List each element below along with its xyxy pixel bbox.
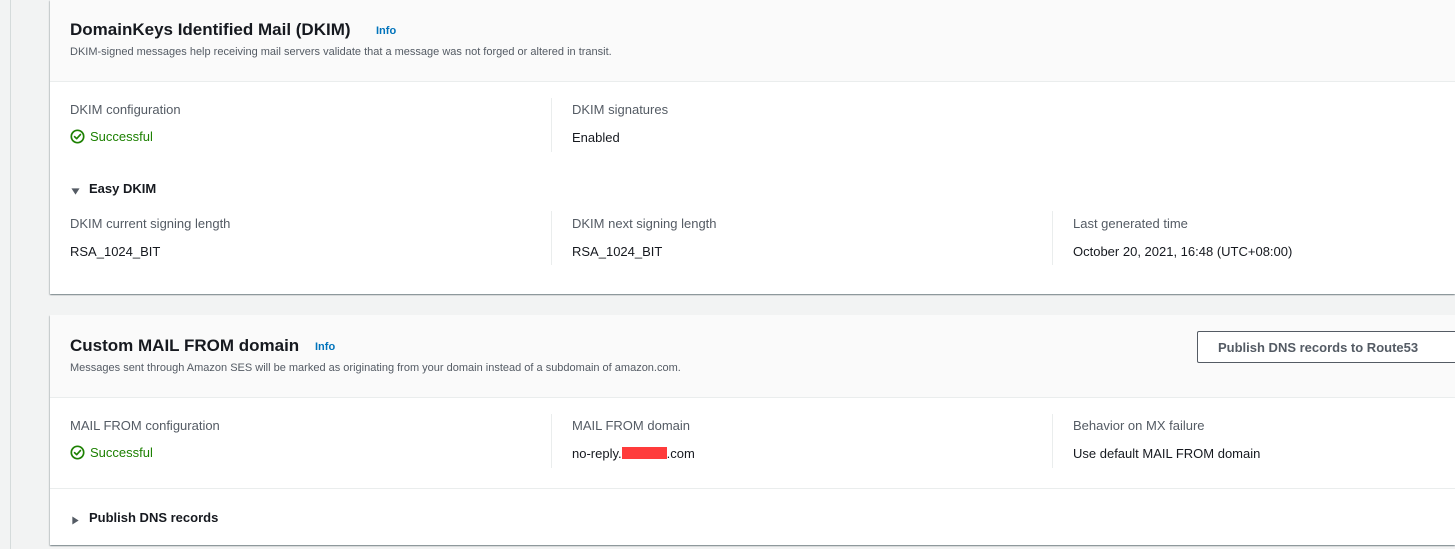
check-circle-icon [70, 445, 85, 460]
mail-from-description: Messages sent through Amazon SES will be… [70, 362, 681, 374]
redacted-domain-block [621, 447, 667, 459]
column-divider [551, 414, 552, 468]
last-generated-value: October 20, 2021, 16:48 (UTC+08:00) [1073, 244, 1293, 259]
column-divider [1052, 211, 1053, 265]
dkim-next-length-label: DKIM next signing length [572, 216, 717, 231]
column-divider [551, 98, 552, 152]
mail-from-configuration-value: Successful [90, 445, 153, 460]
publish-route53-button[interactable]: Publish DNS records to Route53 [1197, 331, 1455, 363]
section-divider [50, 488, 1455, 489]
dkim-configuration-value: Successful [90, 129, 153, 144]
column-divider [551, 211, 552, 265]
column-divider [1052, 414, 1053, 468]
caret-down-icon [71, 184, 80, 195]
dkim-description: DKIM-signed messages help receiving mail… [70, 46, 612, 58]
dkim-header: DomainKeys Identified Mail (DKIM) Info D… [50, 0, 1455, 82]
mx-failure-value: Use default MAIL FROM domain [1073, 446, 1261, 461]
mail-from-domain-label: MAIL FROM domain [572, 418, 690, 433]
mx-failure-label: Behavior on MX failure [1073, 418, 1205, 433]
left-navigation-rail [0, 0, 11, 549]
publish-dns-records-expander[interactable]: Publish DNS records [71, 510, 218, 525]
dkim-signatures-value: Enabled [572, 130, 620, 145]
dkim-configuration-label: DKIM configuration [70, 102, 181, 117]
easy-dkim-label: Easy DKIM [89, 181, 157, 196]
mail-from-title: Custom MAIL FROM domain [70, 336, 300, 355]
dkim-title: DomainKeys Identified Mail (DKIM) [70, 20, 351, 39]
mail-from-domain-value: no-reply. .com [572, 446, 695, 461]
domain-prefix: no-reply. [572, 446, 622, 461]
caret-right-icon [71, 513, 80, 525]
mail-from-configuration-label: MAIL FROM configuration [70, 418, 220, 433]
dkim-info-link[interactable]: Info [376, 25, 396, 37]
dkim-next-length-value: RSA_1024_BIT [572, 244, 663, 259]
dkim-current-length-label: DKIM current signing length [70, 216, 231, 231]
mail-from-header: Custom MAIL FROM domain Info Messages se… [50, 315, 1455, 398]
last-generated-label: Last generated time [1073, 216, 1188, 231]
publish-dns-records-label: Publish DNS records [89, 510, 219, 525]
domain-suffix: .com [666, 446, 695, 461]
dkim-current-length-value: RSA_1024_BIT [70, 244, 161, 259]
mail-from-container: Custom MAIL FROM domain Info Messages se… [50, 315, 1455, 545]
dkim-configuration-status: Successful [70, 129, 153, 144]
easy-dkim-expander[interactable]: Easy DKIM [71, 181, 156, 196]
mail-from-configuration-status: Successful [70, 445, 153, 460]
dkim-container: DomainKeys Identified Mail (DKIM) Info D… [50, 0, 1455, 294]
dkim-signatures-label: DKIM signatures [572, 102, 669, 117]
check-circle-icon [70, 129, 85, 144]
mail-from-info-link[interactable]: Info [315, 341, 335, 353]
